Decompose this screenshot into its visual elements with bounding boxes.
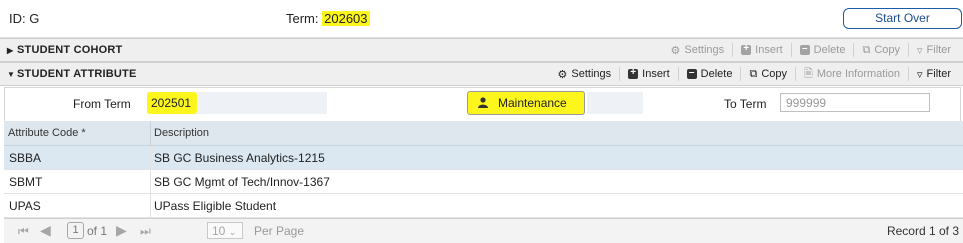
attribute-more-info-label: More Information (816, 68, 901, 80)
attribute-delete-label: Delete (700, 68, 733, 80)
cohort-toolbar: ⚙ Settings + Insert – Delete ⧉ Copy ▿ Filter (663, 43, 959, 57)
last-page-icon[interactable]: ⏭ (140, 224, 151, 239)
student-id-label: ID: G (9, 11, 40, 26)
attribute-delete-button[interactable]: – Delete (677, 67, 741, 81)
term-key-block: From Term 202501 Maintenance To Term 999… (4, 87, 961, 122)
attribute-settings-label: Settings (571, 68, 612, 80)
column-header-description[interactable]: Description (154, 127, 209, 139)
student-cohort-title-text: STUDENT COHORT (17, 44, 123, 56)
to-term-input[interactable]: 999999 (780, 93, 930, 112)
cohort-settings-label: Settings (684, 44, 725, 56)
column-divider (150, 146, 151, 169)
copy-icon: ⧉ (749, 67, 758, 80)
term-label-text: Term: (286, 11, 323, 26)
minus-icon: – (686, 67, 697, 79)
description-cell[interactable]: SB GC Business Analytics-1215 (154, 151, 325, 165)
gear-icon: ⚙ (557, 68, 568, 81)
next-page-icon[interactable]: ▶ (116, 222, 127, 239)
cohort-filter-button[interactable]: ▿ Filter (908, 43, 959, 57)
description-cell[interactable]: UPass Eligible Student (154, 199, 276, 213)
cohort-delete-button[interactable]: – Delete (790, 43, 854, 57)
student-cohort-title[interactable]: ▶ STUDENT COHORT (7, 44, 122, 56)
per-page-value: 10 (212, 224, 226, 238)
cohort-settings-button[interactable]: ⚙ Settings (663, 43, 733, 57)
attribute-settings-button[interactable]: ⚙ Settings (550, 67, 620, 81)
table-header: Attribute Code * Description (4, 121, 963, 146)
attribute-filter-button[interactable]: ▿ Filter (908, 67, 959, 81)
student-attribute-title[interactable]: ▼ STUDENT ATTRIBUTE (7, 68, 137, 80)
start-over-button[interactable]: Start Over (843, 8, 962, 29)
plus-icon: + (741, 43, 752, 55)
table-row[interactable]: SBBA SB GC Business Analytics-1215 (4, 146, 963, 170)
per-page-label: Per Page (254, 224, 305, 238)
from-term-field[interactable]: 202501 (147, 92, 327, 114)
attribute-more-info-button[interactable]: 🗎 More Information (795, 67, 908, 81)
description-cell[interactable]: SB GC Mgmt of Tech/Innov-1367 (154, 175, 330, 189)
page-number-input[interactable]: 1 (67, 222, 84, 239)
maintenance-button[interactable]: Maintenance (467, 91, 585, 115)
filter-icon: ▿ (917, 44, 923, 57)
from-term-value: 202501 (147, 92, 198, 114)
attribute-filter-label: Filter (926, 68, 951, 80)
column-divider (150, 170, 151, 193)
minus-icon: – (799, 43, 810, 55)
plus-icon: + (628, 67, 639, 79)
copy-icon: ⧉ (862, 43, 871, 56)
cohort-delete-label: Delete (813, 44, 846, 56)
to-term-label: To Term (724, 97, 767, 111)
student-cohort-section[interactable]: ▶ STUDENT COHORT ⚙ Settings + Insert – Delet… (0, 38, 963, 62)
attribute-insert-label: Insert (642, 68, 670, 80)
pagination-bar: ⏮ ◀ 1 of 1 ▶ ⏭ 10 ⌄ Per Page Record 1 of… (4, 218, 963, 243)
column-divider (150, 194, 151, 217)
attribute-code-cell[interactable]: SBMT (9, 175, 42, 189)
attribute-copy-button[interactable]: ⧉ Copy (740, 67, 795, 81)
cohort-copy-button[interactable]: ⧉ Copy (853, 43, 908, 57)
attribute-code-cell[interactable]: UPAS (9, 199, 41, 213)
maintenance-label: Maintenance (498, 96, 567, 110)
column-header-attribute-code[interactable]: Attribute Code * (8, 127, 86, 139)
term-label: Term: 202603 (286, 11, 370, 26)
record-count-label: Record 1 of 3 (886, 224, 959, 238)
document-icon: 🗎 (804, 67, 813, 80)
attribute-code-cell[interactable]: SBBA (9, 151, 41, 165)
person-icon (478, 97, 488, 108)
gear-icon: ⚙ (670, 44, 681, 57)
cohort-copy-label: Copy (874, 44, 901, 56)
previous-page-icon[interactable]: ◀ (40, 222, 51, 239)
cohort-insert-label: Insert (755, 44, 783, 56)
attribute-toolbar: ⚙ Settings + Insert – Delete ⧉ Copy 🗎 More In… (550, 67, 959, 81)
cohort-insert-button[interactable]: + Insert (732, 43, 791, 57)
attribute-table: Attribute Code * Description SBBA SB GC … (4, 121, 963, 218)
term-value: 202603 (322, 11, 370, 26)
page-count-label: of 1 (87, 224, 108, 238)
header-bar: ID: G Term: 202603 Start Over (0, 0, 963, 38)
table-row[interactable]: SBMT SB GC Mgmt of Tech/Innov-1367 (4, 170, 963, 194)
attribute-insert-button[interactable]: + Insert (619, 67, 678, 81)
cohort-filter-label: Filter (926, 44, 951, 56)
readonly-field (587, 92, 643, 114)
student-attribute-title-text: STUDENT ATTRIBUTE (17, 68, 137, 80)
chevron-down-icon: ⌄ (228, 227, 237, 237)
attribute-copy-label: Copy (761, 68, 787, 80)
table-row[interactable]: UPAS UPass Eligible Student (4, 194, 963, 218)
column-divider (150, 121, 151, 145)
collapsed-triangle-icon: ▶ (7, 46, 14, 55)
expanded-triangle-icon: ▼ (7, 70, 16, 79)
first-page-icon[interactable]: ⏮ (18, 224, 29, 239)
student-attribute-section[interactable]: ▼ STUDENT ATTRIBUTE ⚙ Settings + Insert – De… (0, 62, 963, 86)
per-page-select[interactable]: 10 ⌄ (207, 222, 243, 239)
from-term-label: From Term (73, 97, 131, 111)
filter-icon: ▿ (917, 68, 923, 81)
